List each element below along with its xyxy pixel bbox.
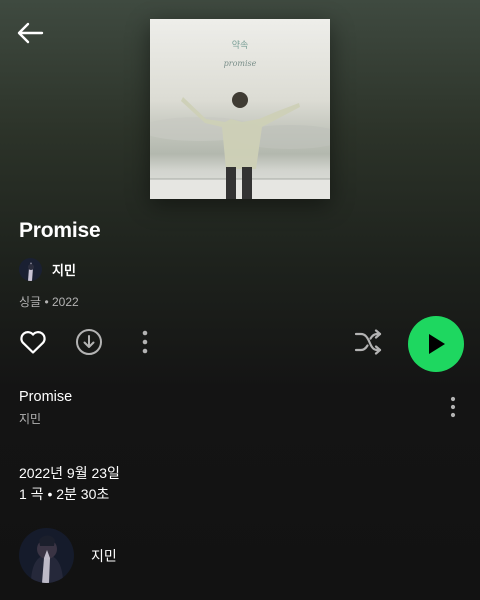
footer-artist-avatar [19, 528, 74, 583]
more-options-button[interactable] [132, 326, 158, 358]
track-more-button[interactable] [440, 392, 466, 422]
track-artist: 지민 [19, 412, 42, 426]
artist-link[interactable]: 지민 [19, 257, 76, 281]
summary-separator: • [47, 486, 57, 502]
play-icon [429, 334, 445, 354]
album-year: 2022 [51, 295, 79, 309]
arrow-left-icon [17, 22, 44, 44]
footer-artist-name: 지민 [91, 547, 117, 564]
album-meta: 싱글 • 2022 [19, 293, 79, 310]
shuffle-button[interactable] [350, 326, 386, 358]
album-title: Promise [19, 219, 101, 242]
artist-avatar [19, 257, 42, 281]
shuffle-icon [354, 329, 382, 355]
back-button[interactable] [14, 18, 46, 48]
heart-outline-icon [20, 331, 46, 354]
track-count: 1 곡 [19, 486, 44, 502]
cover-title-en: promise [224, 59, 257, 68]
like-button[interactable] [17, 326, 49, 358]
artist-name: 지민 [52, 262, 76, 278]
play-button[interactable] [408, 316, 464, 372]
release-date: 2022년 9월 23일 [19, 465, 120, 481]
more-vertical-icon [450, 396, 456, 418]
footer-artist-link[interactable]: 지민 [19, 528, 117, 583]
album-cover: 약속 promise [150, 19, 330, 199]
download-button[interactable] [73, 326, 105, 358]
meta-separator: • [44, 295, 52, 309]
track-title: Promise [19, 389, 73, 405]
total-duration: 2분 30초 [56, 486, 110, 502]
cover-title-ko: 약속 [232, 39, 249, 51]
more-vertical-icon [142, 330, 148, 354]
download-circle-icon [76, 329, 102, 355]
track-item[interactable]: Promise 지민 [19, 389, 72, 427]
release-summary: 1 곡 • 2분 30초 [19, 484, 109, 504]
album-type: 싱글 [19, 295, 42, 309]
